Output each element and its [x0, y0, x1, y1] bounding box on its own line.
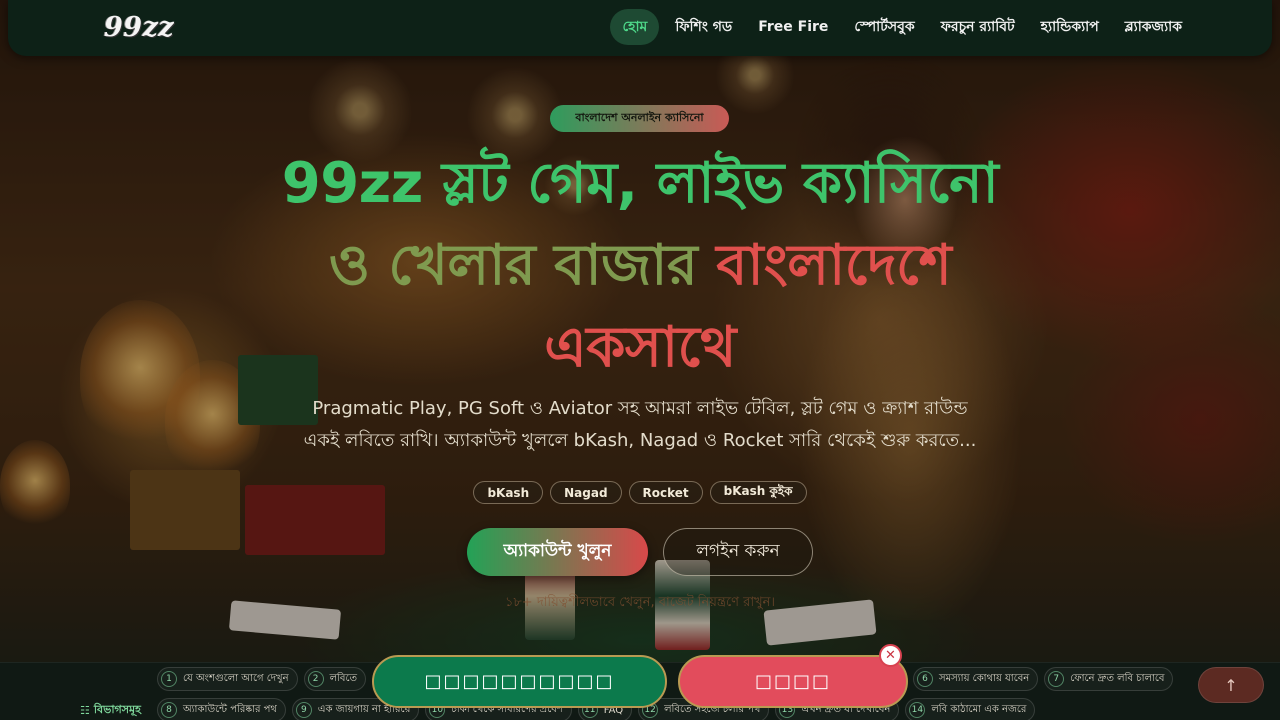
hero-description-line-1: Pragmatic Play, PG Soft ও Aviator সহ আমর… — [312, 398, 968, 419]
headline-part-2: ও খেলার বাজার — [328, 233, 698, 298]
hero-description: Pragmatic Play, PG Soft ও Aviator সহ আমর… — [240, 393, 1040, 457]
scroll-to-top-button[interactable]: ↑ — [1198, 667, 1264, 703]
open-account-button[interactable]: অ্যাকাউন্ট খুলুন — [467, 528, 648, 576]
hero-description-line-2: একই লবিতে রাখি। অ্যাকাউন্ট খুললে bKash, … — [303, 430, 977, 451]
section-link-label: ফোনে দ্রুত লবি চালাবে — [1070, 672, 1165, 684]
login-button[interactable]: লগইন করুন — [663, 528, 813, 576]
section-links-row-1: 1 যে অংশগুলো আগে দেখুন 2 লবিতে — [157, 667, 366, 691]
nav-item-sportsbook[interactable]: স্পোর্টসবুক — [844, 9, 924, 45]
nav-item-free-fire[interactable]: Free Fire — [748, 9, 838, 45]
payment-pill-bkash-quick: bKash কুইক — [709, 481, 807, 504]
section-link[interactable]: 14 লবি কাঠামো এক নজরে — [905, 698, 1036, 720]
main-nav: হোম ফিশিং গড Free Fire স্পোর্টসবুক ফরচুন… — [610, 9, 1192, 45]
close-icon[interactable]: ✕ — [879, 644, 902, 667]
sections-label: ☷ বিভাগসমূহ — [80, 701, 141, 720]
payment-pill-rocket: Rocket — [628, 481, 703, 504]
top-navigation-bar: 99zz হোম ফিশিং গড Free Fire স্পোর্টসবুক … — [8, 0, 1272, 56]
section-number: 1 — [161, 671, 177, 687]
section-number: 6 — [917, 671, 933, 687]
section-number: 7 — [1048, 671, 1065, 687]
section-link-label: লবি কাঠামো এক নজরে — [931, 703, 1027, 715]
section-link[interactable]: 2 লবিতে — [303, 667, 366, 691]
arrow-up-icon: ↑ — [1224, 675, 1238, 695]
section-links-row-1-right: 6 সমস্যায় কোথায় যাবেন 7 ফোনে দ্রুত লবি চ… — [913, 667, 1174, 691]
nav-item-fortune-rabbit[interactable]: ফরচুন র‍্যাবিট — [931, 9, 1025, 45]
section-link[interactable]: 7 ফোনে দ্রুত লবি চালাবে — [1044, 667, 1174, 691]
responsible-gaming-note: ১৮+ দায়িত্বশীলভাবে খেলুন, বাজেট নিয়ন্ত… — [504, 595, 776, 610]
section-link[interactable]: 1 যে অংশগুলো আগে দেখুন — [157, 667, 298, 691]
brand-logo[interactable]: 99zz — [104, 12, 174, 43]
payment-method-pills: bKash Nagad Rocket bKash কুইক — [0, 481, 1280, 504]
section-number: 14 — [909, 702, 926, 718]
hero-badge: বাংলাদেশ অনলাইন ক্যাসিনো — [550, 105, 729, 132]
sections-label-text: বিভাগসমূহ — [93, 703, 141, 716]
section-number: 2 — [307, 671, 324, 687]
list-icon: ☷ — [80, 704, 90, 717]
sticky-login-button[interactable]: □□□□ — [678, 655, 908, 708]
nav-item-fishing-god[interactable]: ফিশিং গড — [665, 9, 742, 45]
section-link[interactable]: 6 সমস্যায় কোথায় যাবেন — [913, 667, 1039, 691]
section-link-label: অ্যাকাউন্টে পরিষ্কার পথ — [183, 703, 277, 715]
section-link-label: সমস্যায় কোথায় যাবেন — [939, 672, 1030, 684]
nav-item-handicap[interactable]: হ্যান্ডিক্যাপ — [1031, 9, 1109, 45]
nav-item-home[interactable]: হোম — [610, 9, 660, 45]
section-link-label: যে অংশগুলো আগে দেখুন — [183, 672, 289, 684]
sticky-register-button[interactable]: □□□□□□□□□□ — [372, 655, 667, 708]
section-link-label: লবিতে — [329, 672, 357, 684]
payment-pill-bkash: bKash — [473, 481, 544, 504]
section-number: 8 — [161, 702, 177, 718]
hero-headline: 99zz স্লট গেম, লাইভ ক্যাসিনো ও খেলার বাজ… — [160, 143, 1120, 389]
nav-item-blackjack[interactable]: ব্ল্যাকজ্যাক — [1115, 9, 1192, 45]
headline-part-3: বাংলাদেশে — [716, 233, 952, 298]
headline-part-1: 99zz স্লট গেম, লাইভ ক্যাসিনো — [281, 151, 999, 216]
payment-pill-nagad: Nagad — [550, 481, 622, 504]
section-number: 9 — [295, 702, 312, 718]
section-link[interactable]: 8 অ্যাকাউন্টে পরিষ্কার পথ — [157, 698, 286, 720]
headline-part-4: একসাথে — [544, 315, 736, 380]
